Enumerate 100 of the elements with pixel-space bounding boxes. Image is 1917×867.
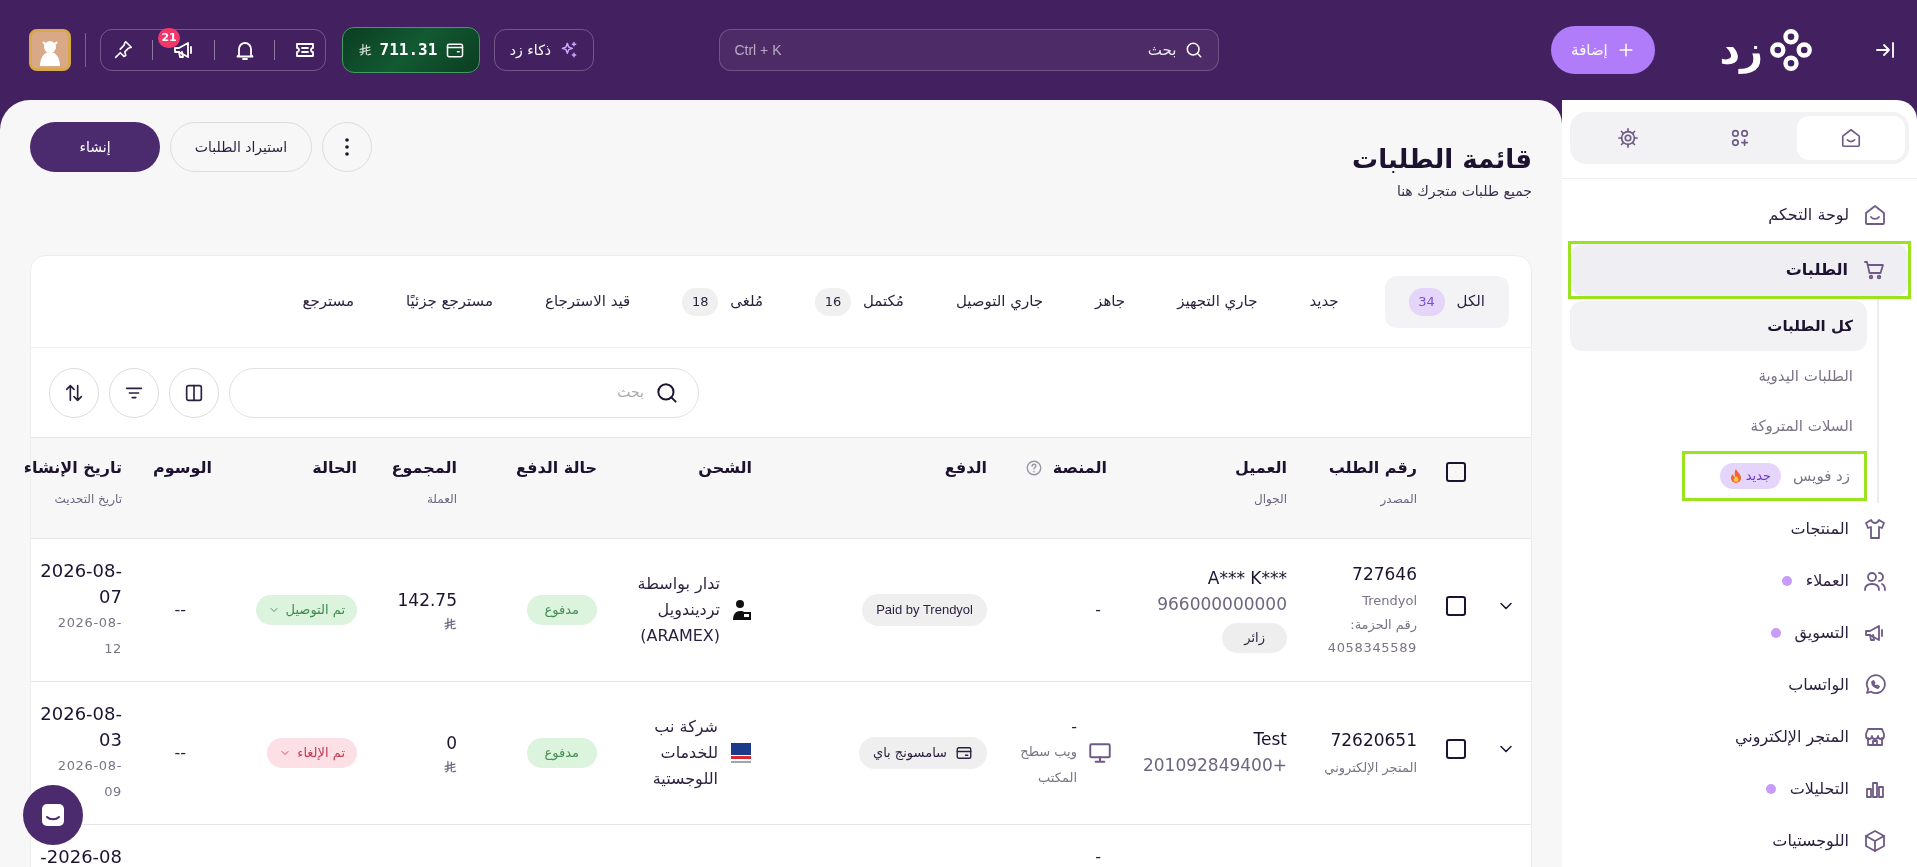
column-header: حالة الدفع [516, 457, 597, 479]
sidebar-subitem[interactable]: زد فويس جديد [1685, 454, 1864, 498]
customer-phone: +201092849400 [1141, 753, 1287, 777]
riyal-icon [443, 617, 457, 632]
more-icon [345, 138, 349, 156]
order-total: 142.75 [396, 588, 457, 612]
ai-button[interactable]: ذكاء زد [494, 29, 595, 71]
create-button[interactable]: إنشاء [30, 122, 160, 172]
shipping-company: شركة نب للخدمات اللوجستية [651, 715, 718, 790]
column-header: الوسوم [153, 457, 212, 479]
sidebar-item[interactable]: العملاء [1570, 555, 1909, 607]
sidebar-item[interactable]: لوحة التحكم [1570, 189, 1909, 241]
order-total: 0 [445, 731, 457, 755]
search-placeholder: بحث [1147, 39, 1177, 61]
order-status-dropdown[interactable]: تم الإلغاء [267, 737, 357, 768]
sidebar-item[interactable]: المتجر الإلكتروني [1570, 711, 1909, 763]
column-header: المجموع [391, 457, 457, 479]
shipping-logo-icon [730, 740, 752, 765]
updated-date: 2026-08-09 [56, 756, 122, 801]
tags-text: -- [174, 599, 186, 619]
created-date: 2026-08-07 [39, 558, 122, 609]
customer-phone: 966000000000 [1156, 592, 1287, 616]
status-tab[interactable]: قيد الاسترجاع [539, 275, 637, 328]
sidebar-subitem[interactable]: كل الطلبات [1570, 301, 1867, 351]
status-tab[interactable]: جديد [1303, 275, 1345, 328]
customer-tag: زائر [1222, 623, 1287, 653]
home-icon [1840, 127, 1863, 149]
cart-icon [1862, 258, 1886, 282]
package-number: 4058345589 [1326, 639, 1417, 657]
box-icon [1863, 829, 1887, 853]
order-status-dropdown[interactable]: تم التوصيل [255, 594, 357, 625]
order-number[interactable]: 727646 [1301, 561, 1417, 587]
sidebar-label: التسويق [1794, 622, 1849, 645]
column-header: رقم الطلب [1328, 457, 1417, 479]
sidebar-label: زد فويس [1793, 465, 1850, 487]
courier-icon [732, 598, 752, 621]
platform-text: - [1095, 599, 1101, 619]
sidebar-item[interactable]: التسويق [1570, 607, 1909, 659]
count-badge: 34 [1408, 287, 1445, 316]
select-all-checkbox[interactable] [1446, 462, 1466, 482]
sidebar-item[interactable]: الواتساب [1570, 659, 1909, 711]
payment-method-badge: سامسونج باي [858, 736, 987, 769]
order-number[interactable]: 72620651 [1301, 728, 1417, 754]
count-badge: 18 [682, 287, 719, 316]
sidebar-label: اللوجستيات [1772, 830, 1849, 852]
updated-date: 2026-08-12 [56, 613, 122, 658]
import-button[interactable]: استيراد الطلبات [170, 122, 312, 172]
column-header: تاريخ الإنشاء [23, 457, 122, 479]
order-source: المتجر الإلكتروني [1323, 758, 1417, 777]
sidebar-subitem[interactable]: الطلبات اليدوية [1570, 351, 1867, 401]
row-checkbox[interactable] [1446, 596, 1466, 616]
sidebar-label: التحليلات [1789, 778, 1849, 800]
sidebar-item[interactable]: التحليلات [1570, 763, 1909, 815]
column-header: المنصة [1052, 457, 1107, 479]
row-checkbox[interactable] [1446, 739, 1466, 759]
shipping-company: تدار بواسطة ترديندويل (ARAMEX) [636, 572, 720, 647]
column-header: الحالة [312, 457, 357, 479]
settings-icon [1616, 127, 1639, 149]
column-subheader: المصدر [1379, 491, 1417, 508]
sidebar-label: العملاء [1805, 570, 1849, 592]
sidebar-label: السلات المتروكة [1750, 415, 1853, 437]
sidebar-item[interactable]: اللوجستيات [1570, 815, 1909, 867]
sidebar-label: الطلبات اليدوية [1758, 365, 1853, 387]
shirt-icon [1863, 517, 1887, 541]
column-header: الشحن [698, 457, 752, 479]
wallet-icon [445, 40, 466, 60]
sidebar-label: كل الطلبات [1767, 315, 1853, 337]
sidebar-label: المتجر الإلكتروني [1734, 726, 1849, 749]
sidebar-label: لوحة التحكم [1768, 204, 1849, 227]
count-badge: 21 [158, 28, 180, 48]
sidebar-item[interactable]: المنتجات [1570, 503, 1909, 555]
created-date: 2026-08- [40, 845, 122, 867]
customer-name: Test [1252, 728, 1287, 751]
order-source: Trendyol [1361, 592, 1417, 610]
wallet-balance-button[interactable]: 711.31 [342, 27, 481, 73]
sidebar-label: المنتجات [1790, 518, 1849, 540]
home-icon [1863, 203, 1887, 227]
platform-text: - [1070, 715, 1077, 738]
count-badge: 16 [815, 287, 851, 316]
payment-status-badge: مدفوع [526, 594, 597, 625]
status-tab[interactable]: مسترجع [296, 275, 360, 328]
column-subheader: تاريخ التحديث [53, 491, 122, 508]
sidebar-label: الطلبات [1785, 259, 1848, 281]
column-header: العميل [1234, 457, 1287, 479]
riyal-icon [357, 43, 372, 57]
status-tab[interactable]: جاري التوصيل [949, 275, 1050, 328]
column-subheader: الجوال [1253, 491, 1287, 508]
store-avatar[interactable] [29, 29, 72, 71]
column-subheader: العملة [425, 491, 457, 508]
page-subtitle: جميع طلبات متجرك هنا [1395, 182, 1532, 202]
status-tab[interactable]: مسترجع جزئيًا [399, 275, 499, 328]
sidebar-item[interactable]: الطلبات [1571, 244, 1908, 296]
status-tab[interactable]: جاهز [1089, 275, 1132, 328]
store-icon [1863, 725, 1887, 749]
sidebar-subitem[interactable]: السلات المتروكة [1570, 401, 1867, 451]
logo-icon [1769, 28, 1813, 72]
shortcut-hint: Ctrl + K [734, 40, 782, 60]
payment-status-badge: مدفوع [526, 737, 597, 768]
status-tab[interactable]: جاري التجهيز [1171, 275, 1264, 328]
payment-method-badge: Paid by Trendyol [862, 593, 987, 626]
